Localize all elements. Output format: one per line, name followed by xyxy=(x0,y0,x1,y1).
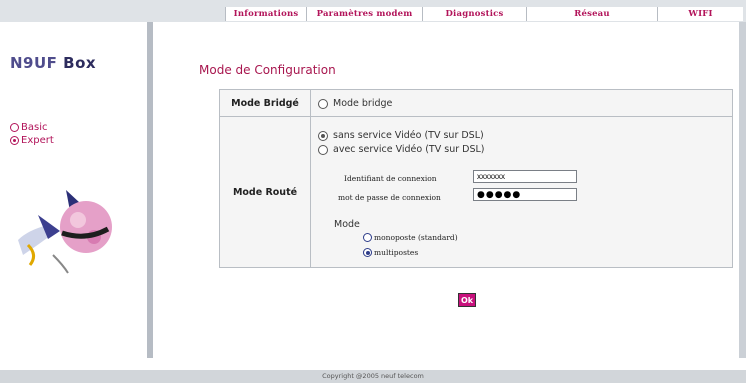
mode-basic-option[interactable]: Basic xyxy=(10,122,47,133)
neuf-box-logo: N9UF Box xyxy=(10,54,96,72)
login-input[interactable] xyxy=(473,170,577,183)
main-panel: Mode de Configuration Mode Bridgé Mode b… xyxy=(153,22,739,358)
main-nav: Informations Paramètres modem Diagnostic… xyxy=(225,7,743,21)
mono-option[interactable]: monoposte (standard) xyxy=(363,233,458,242)
multi-option[interactable]: multipostes xyxy=(363,248,418,257)
basic-label: Basic xyxy=(21,122,48,133)
ok-button[interactable]: Ok xyxy=(458,293,476,307)
routed-label: Mode Routé xyxy=(220,117,311,267)
config-form: Mode Bridgé Mode bridge Mode Routé sans … xyxy=(219,89,733,268)
multi-label: multipostes xyxy=(374,248,419,257)
tab-diagnostics[interactable]: Diagnostics xyxy=(422,7,526,21)
multi-radio[interactable] xyxy=(363,248,372,257)
bridge-option[interactable]: Mode bridge xyxy=(318,98,392,109)
password-label: mot de passe de connexion xyxy=(338,193,441,202)
login-label: Identifiant de connexion xyxy=(344,174,437,183)
mascot-illustration xyxy=(18,190,112,274)
video-radio[interactable] xyxy=(318,144,328,155)
video-label: avec service Vidéo (TV sur DSL) xyxy=(333,144,485,155)
mode-expert-option[interactable]: Expert xyxy=(10,135,54,146)
bridge-row: Mode Bridgé Mode bridge xyxy=(220,90,732,117)
mono-label: monoposte (standard) xyxy=(374,233,458,242)
no-video-label: sans service Vidéo (TV sur DSL) xyxy=(333,130,484,141)
logo-box-text: Box xyxy=(63,54,97,72)
expert-radio[interactable] xyxy=(10,136,19,145)
footer-copyright: Copyright @2005 neuf telecom xyxy=(0,370,746,383)
password-input[interactable]: ●●●●● xyxy=(473,188,577,201)
tab-informations[interactable]: Informations xyxy=(225,7,306,21)
mode-title: Mode xyxy=(334,219,360,230)
right-border xyxy=(739,22,746,358)
bridge-label: Mode Bridgé xyxy=(220,90,311,116)
tab-reseau[interactable]: Réseau xyxy=(526,7,657,21)
bottom-bar xyxy=(0,358,746,370)
bridge-option-label: Mode bridge xyxy=(333,98,393,109)
tab-parametres-modem[interactable]: Paramètres modem xyxy=(306,7,422,21)
no-video-option[interactable]: sans service Vidéo (TV sur DSL) xyxy=(318,130,484,141)
basic-radio[interactable] xyxy=(10,123,19,132)
tab-wifi[interactable]: WIFI xyxy=(657,7,743,21)
top-bar: Informations Paramètres modem Diagnostic… xyxy=(0,0,746,22)
bridge-radio[interactable] xyxy=(318,98,328,109)
video-option[interactable]: avec service Vidéo (TV sur DSL) xyxy=(318,144,485,155)
expert-label: Expert xyxy=(21,135,54,146)
mono-radio[interactable] xyxy=(363,233,372,242)
logo-text: N9UF xyxy=(10,54,58,72)
page-title: Mode de Configuration xyxy=(199,63,336,77)
no-video-radio[interactable] xyxy=(318,130,328,141)
